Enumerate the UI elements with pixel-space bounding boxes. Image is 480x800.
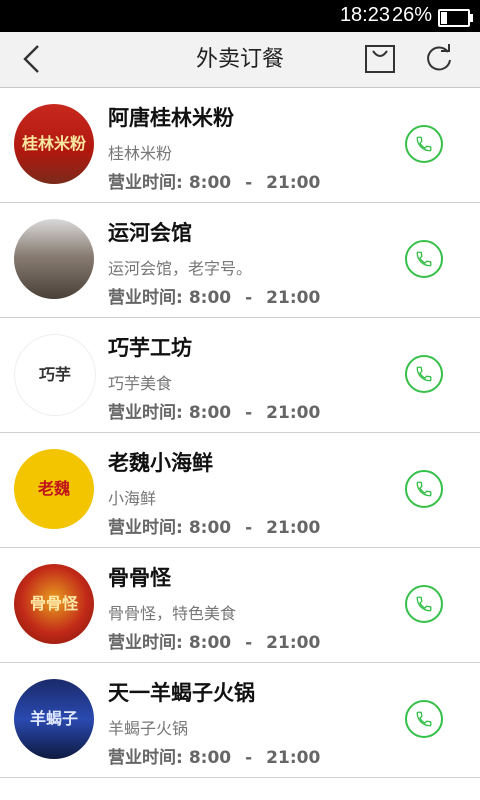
restaurant-avatar (14, 219, 94, 299)
open-time: 8:00 (188, 633, 232, 653)
page-title: 外卖订餐 (195, 47, 284, 72)
business-hours: 营业时间: 8:00-21:00 (108, 743, 320, 768)
business-hours: 营业时间: 8:00-21:00 (108, 168, 320, 193)
avatar-text: 羊蝎子 (29, 709, 78, 728)
call-button[interactable] (405, 125, 443, 163)
restaurant-avatar: 桂林米粉 (14, 104, 94, 184)
call-button[interactable] (405, 470, 443, 508)
open-time: 8:00 (188, 403, 232, 423)
phone-icon (416, 136, 432, 152)
refresh-button[interactable] (422, 42, 456, 76)
hours-label: 营业时间: (108, 633, 183, 653)
status-time: 18:23 (339, 4, 390, 26)
open-time: 8:00 (188, 518, 232, 538)
hours-label: 营业时间: (108, 173, 183, 193)
restaurant-row[interactable]: 运河会馆 运河会馆，老字号。 营业时间: 8:00-21:00 (0, 203, 480, 318)
shopping-bag-icon (365, 45, 395, 73)
restaurant-name: 巧芋工坊 (108, 336, 192, 360)
restaurant-row[interactable]: 羊蝎子 天一羊蝎子火锅羊蝎子火锅营业时间: 8:00-21:00 (0, 663, 480, 778)
cart-button[interactable] (364, 44, 396, 74)
battery-icon (438, 9, 473, 27)
header-bar: 外卖订餐 (0, 32, 480, 88)
refresh-icon (427, 44, 451, 71)
call-button[interactable] (405, 240, 443, 278)
close-time: 21:00 (266, 518, 321, 538)
restaurant-description: 骨骨怪，特色美食 (108, 604, 237, 623)
restaurant-row[interactable]: 桂林米粉 阿唐桂林米粉桂林米粉营业时间: 8:00-21:00 (0, 88, 480, 203)
status-bar: 18:23 26% (0, 0, 480, 32)
business-hours: 营业时间: 8:00-21:00 (108, 628, 320, 653)
restaurant-list: 桂林米粉 阿唐桂林米粉 桂林米粉 营业时间: 8:00-21:00 运河会馆 运河会馆，老字… (0, 88, 480, 800)
close-time: 21:00 (266, 288, 321, 308)
restaurant-description: 羊蝎子火锅 (108, 719, 189, 738)
phone-icon (416, 251, 432, 267)
open-time: 8:00 (188, 288, 232, 308)
avatar-text: 骨骨怪 (29, 594, 78, 613)
business-hours: 营业时间: 8:00-21:00 (108, 283, 320, 308)
hours-separator: - (245, 403, 253, 423)
restaurant-avatar: 巧芋 (14, 334, 96, 416)
business-hours: 营业时间: 8:00-21:00 (108, 398, 320, 423)
call-button[interactable] (405, 700, 443, 738)
hours-separator: - (245, 518, 253, 538)
restaurant-name: 骨骨怪 (108, 566, 171, 590)
battery-percent: 26% (391, 4, 432, 26)
restaurant-row[interactable]: 骨骨怪 骨骨怪 骨骨怪，特色美食 营业时间: 8:00-21:00 (0, 548, 480, 663)
close-time: 21:00 (266, 748, 321, 768)
phone-icon (416, 366, 432, 382)
restaurant-description: 巧芋美食 (108, 374, 173, 393)
back-button[interactable] (16, 42, 50, 76)
call-button[interactable] (405, 585, 443, 623)
restaurant-name: 天一羊蝎子火锅 (108, 681, 255, 705)
restaurant-row[interactable]: 老魏 老魏小海鲜小海鲜营业时间: 8:00-21:00 (0, 433, 480, 548)
avatar-text: 老魏 (37, 479, 70, 498)
close-time: 21:00 (266, 403, 321, 423)
restaurant-row[interactable]: 巧芋 巧芋工坊巧芋美食营业时间: 8:00-21:00 (0, 318, 480, 433)
restaurant-name: 老魏小海鲜 (108, 451, 213, 475)
open-time: 8:00 (188, 173, 232, 193)
hours-separator: - (245, 173, 253, 193)
call-button[interactable] (405, 355, 443, 393)
restaurant-name: 运河会馆 (108, 221, 192, 245)
hours-separator: - (245, 748, 253, 768)
close-time: 21:00 (266, 173, 321, 193)
restaurant-avatar: 老魏 (14, 449, 94, 529)
hours-label: 营业时间: (108, 518, 183, 538)
open-time: 8:00 (188, 748, 232, 768)
restaurant-description: 桂林米粉 (108, 144, 173, 163)
back-arrow-icon (23, 45, 39, 73)
restaurant-avatar: 骨骨怪 (14, 564, 94, 644)
hours-label: 营业时间: (108, 748, 183, 768)
restaurant-avatar: 羊蝎子 (14, 679, 94, 759)
phone-icon (416, 481, 432, 497)
phone-icon (416, 596, 432, 612)
business-hours: 营业时间: 8:00-21:00 (108, 513, 320, 538)
hours-label: 营业时间: (108, 403, 183, 423)
hours-separator: - (245, 633, 253, 653)
phone-icon (416, 711, 432, 727)
hours-label: 营业时间: (108, 288, 183, 308)
close-time: 21:00 (266, 633, 321, 653)
avatar-text: 巧芋 (38, 365, 71, 384)
restaurant-description: 运河会馆，老字号。 (108, 259, 253, 278)
restaurant-description: 小海鲜 (108, 489, 157, 508)
avatar-text: 桂林米粉 (21, 134, 86, 153)
hours-separator: - (245, 288, 253, 308)
restaurant-name: 阿唐桂林米粉 (108, 106, 234, 130)
